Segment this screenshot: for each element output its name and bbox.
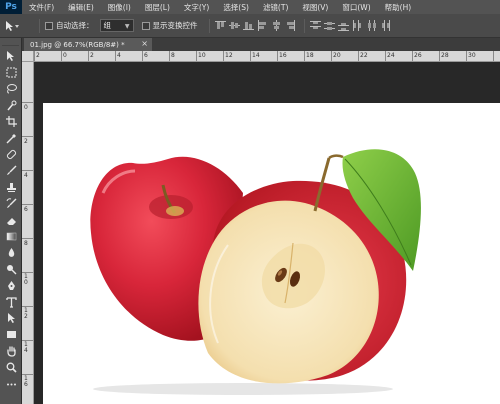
ruler-number: 6	[144, 52, 148, 59]
document-tab[interactable]: 01.jpg @ 66.7%(RGB/8#) * ×	[24, 38, 152, 51]
menu-file[interactable]: 文件(F)	[22, 2, 61, 13]
distribute-right-icon[interactable]	[380, 20, 392, 32]
ruler-number: 6	[24, 206, 28, 213]
show-transform-checkbox[interactable]	[141, 21, 150, 30]
dodge-tool-icon[interactable]	[0, 261, 22, 277]
ruler-number: 28	[441, 52, 449, 59]
separator	[208, 18, 210, 33]
ruler-number: 4	[24, 172, 28, 179]
auto-select-dropdown[interactable]: 组 ▼	[99, 19, 134, 32]
ruler-number: 16	[279, 52, 287, 59]
menu-view[interactable]: 视图(V)	[295, 2, 335, 13]
eyedropper-tool-icon[interactable]	[0, 130, 22, 146]
ruler-number: 2	[90, 52, 94, 59]
ruler-number: 14	[252, 52, 260, 59]
menu-type[interactable]: 文字(Y)	[177, 2, 216, 13]
ruler-number: 1 4	[24, 341, 28, 354]
menu-layer[interactable]: 图层(L)	[138, 2, 177, 13]
align-vertical-center-icon[interactable]	[229, 20, 241, 32]
image-canvas[interactable]	[43, 103, 500, 404]
brush-tool-icon[interactable]	[0, 163, 22, 179]
ruler-number: 20	[333, 52, 341, 59]
vertical-ruler[interactable]: 0 2 4 6 8 1 0 1 2 1 4 1 6	[22, 62, 34, 404]
document-tab-bar: 01.jpg @ 66.7%(RGB/8#) * ×	[22, 38, 500, 51]
separator	[303, 18, 305, 33]
separator	[39, 18, 40, 33]
menu-image[interactable]: 图像(I)	[101, 2, 138, 13]
ruler-origin[interactable]	[22, 51, 34, 62]
panel-grip[interactable]	[2, 40, 19, 46]
tools-panel	[0, 38, 22, 404]
ruler-number: 26	[414, 52, 422, 59]
ruler-number: 1 6	[24, 375, 28, 388]
clone-stamp-tool-icon[interactable]	[0, 179, 22, 195]
document-tab-title: 01.jpg @ 66.7%(RGB/8#) *	[30, 40, 125, 49]
hand-tool-icon[interactable]	[0, 343, 22, 359]
healing-brush-tool-icon[interactable]	[0, 146, 22, 162]
gradient-tool-icon[interactable]	[0, 228, 22, 244]
distribute-bottom-icon[interactable]	[338, 20, 350, 32]
pen-tool-icon[interactable]	[0, 277, 22, 293]
type-tool-icon[interactable]	[0, 294, 22, 310]
move-tool-icon	[6, 20, 19, 31]
menu-bar: Ps 文件(F) 编辑(E) 图像(I) 图层(L) 文字(Y) 选择(S) 滤…	[0, 0, 500, 14]
menu-help[interactable]: 帮助(H)	[378, 2, 419, 13]
ruler-number: 2	[36, 52, 40, 59]
tool-preset-picker[interactable]	[4, 20, 34, 32]
ruler-number: 1 0	[24, 273, 28, 286]
align-left-icon[interactable]	[257, 20, 269, 32]
blur-tool-icon[interactable]	[0, 245, 22, 261]
auto-select-value: 组	[103, 21, 112, 30]
marquee-tool-icon[interactable]	[0, 64, 22, 80]
distribute-left-icon[interactable]	[352, 20, 364, 32]
apple-photo	[90, 149, 421, 395]
ruler-ticks	[34, 51, 494, 61]
auto-select-label: 自动选择：	[56, 21, 94, 30]
ruler-number: 1 2	[24, 307, 28, 320]
ruler-number: 10	[198, 52, 206, 59]
menu-filter[interactable]: 滤镜(T)	[256, 2, 295, 13]
auto-select-checkbox[interactable]	[45, 21, 53, 30]
horizontal-ruler[interactable]: 2 0 2 4 6 8 10 12 14 16 18 20 22 24 26 2…	[34, 51, 500, 62]
eraser-tool-icon[interactable]	[0, 212, 22, 228]
show-transform-label: 显示变换控件	[152, 21, 198, 30]
align-top-icon[interactable]	[215, 20, 227, 32]
menu-edit[interactable]: 编辑(E)	[61, 2, 101, 13]
ruler-number: 0	[63, 52, 67, 59]
distribute-top-icon[interactable]	[310, 20, 322, 32]
align-bottom-icon[interactable]	[243, 20, 255, 32]
zoom-tool-icon[interactable]	[0, 359, 22, 375]
ruler-number: 0	[24, 104, 28, 111]
chevron-down-icon: ▼	[124, 23, 130, 30]
ruler-number: 22	[360, 52, 368, 59]
menu-window[interactable]: 窗口(W)	[335, 2, 377, 13]
align-right-icon[interactable]	[285, 20, 297, 32]
distribute-vertical-center-icon[interactable]	[324, 20, 336, 32]
options-bar: 自动选择： 组 ▼ 显示变换控件	[0, 14, 500, 38]
ruler-number: 8	[171, 52, 175, 59]
more-tools-icon[interactable]	[0, 376, 22, 392]
ruler-number: 4	[117, 52, 121, 59]
rectangle-tool-icon[interactable]	[0, 327, 22, 343]
crop-tool-icon[interactable]	[0, 114, 22, 130]
quick-selection-tool-icon[interactable]	[0, 97, 22, 113]
document-workspace[interactable]	[34, 62, 500, 404]
photoshop-logo: Ps	[0, 0, 22, 14]
distribute-horizontal-center-icon[interactable]	[366, 20, 378, 32]
menu-select[interactable]: 选择(S)	[216, 2, 256, 13]
move-tool-icon[interactable]	[0, 48, 22, 64]
ruler-number: 30	[468, 52, 476, 59]
align-horizontal-center-icon[interactable]	[271, 20, 283, 32]
history-brush-tool-icon[interactable]	[0, 196, 22, 212]
ruler-number: 8	[24, 240, 28, 247]
close-icon[interactable]: ×	[141, 39, 148, 48]
ruler-number: 12	[225, 52, 233, 59]
ruler-number: 2	[24, 138, 28, 145]
ruler-number: 18	[306, 52, 314, 59]
path-selection-tool-icon[interactable]	[0, 310, 22, 326]
lasso-tool-icon[interactable]	[0, 81, 22, 97]
ruler-number: 24	[387, 52, 395, 59]
